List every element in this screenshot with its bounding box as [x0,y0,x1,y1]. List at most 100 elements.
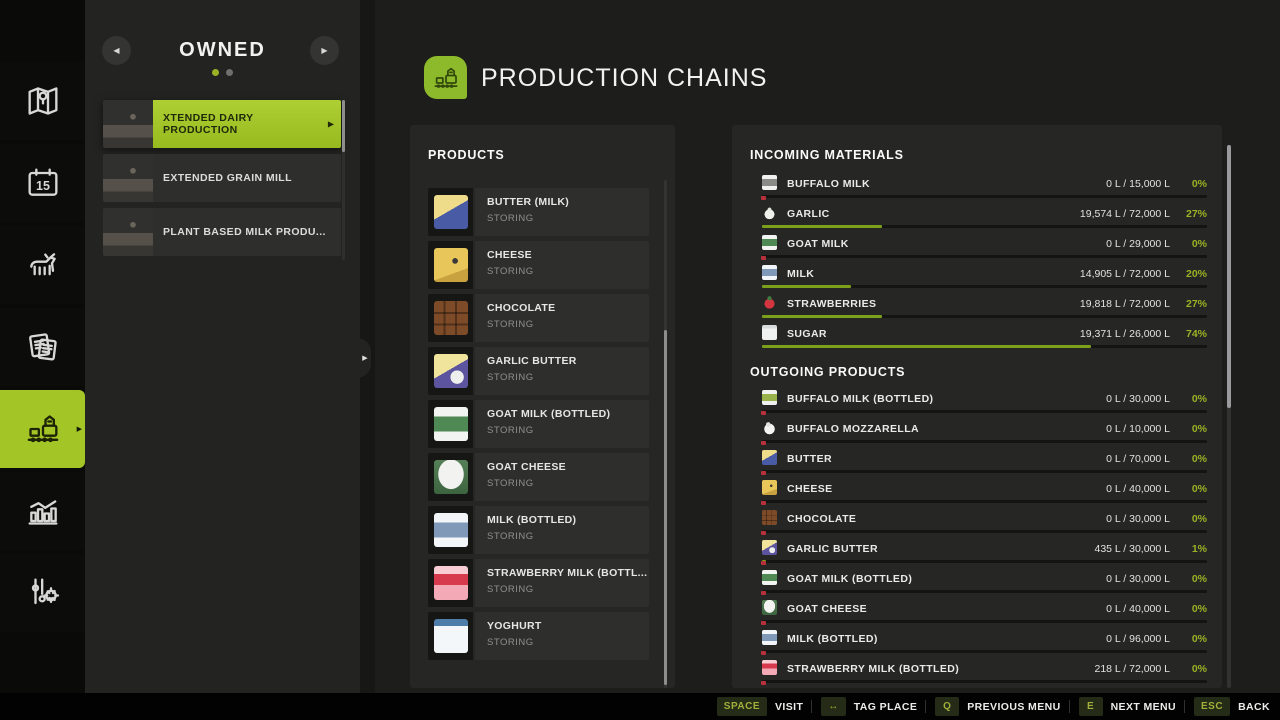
material-percent: 1% [1192,543,1207,555]
product-list-item[interactable]: MILK (BOTTLED) STORING [428,506,649,554]
material-progress-bar [762,410,1207,413]
sidebar-item-production[interactable]: ▶ [0,390,85,468]
material-icon [762,235,777,250]
product-name: GARLIC BUTTER [487,355,649,367]
material-name: STRAWBERRIES [787,298,876,310]
material-fill-level: 19,371 L / 26,000 L [1080,328,1170,340]
product-list-item[interactable]: CHEESE STORING [428,241,649,289]
sidebar-item-settings[interactable] [0,554,85,632]
material-name: BUFFALO MOZZARELLA [787,423,919,435]
material-percent: 0% [1192,238,1207,250]
hint-label: VISIT [775,701,803,713]
selected-arrow-icon: ▶ [328,120,334,129]
products-scrollbar[interactable] [664,180,667,688]
material-icon [762,630,777,645]
material-progress-bar [762,620,1207,623]
sidebar-item-map[interactable] [0,62,85,140]
hotbar-separator [925,700,926,713]
material-percent: 0% [1192,513,1207,525]
material-icon [762,420,777,435]
material-progress-bar [762,440,1207,443]
product-status: STORING [487,478,649,489]
product-list-item[interactable]: GOAT CHEESE STORING [428,453,649,501]
key-badge[interactable]: E [1079,697,1103,716]
hotbar-separator [1069,700,1070,713]
material-progress-bar [762,650,1207,653]
page-dots [85,69,360,76]
map-icon [23,81,63,121]
key-badge[interactable]: ↔ [821,697,846,716]
facility-item[interactable]: EXTENDED GRAIN MILL ▶ [103,154,341,202]
material-row: CHEESE 0 L / 40,000 L 0% [732,475,1222,505]
product-icon [434,248,468,282]
material-fill-level: 0 L / 29,000 L [1106,238,1170,250]
material-percent: 74% [1186,328,1207,340]
page-title: PRODUCTION CHAINS [481,64,767,93]
product-list-item[interactable]: STRAWBERRY MILK (BOTTL... STORING [428,559,649,607]
material-name: STRAWBERRY MILK (BOTTLED) [787,663,959,675]
chevron-right-icon: ▶ [362,354,367,362]
product-list-item[interactable]: BUTTER (MILK) STORING [428,188,649,236]
product-name: MILK (BOTTLED) [487,514,649,526]
sidebar-item-statistics[interactable] [0,472,85,550]
material-row: BUFFALO MOZZARELLA 0 L / 10,000 L 0% [732,415,1222,445]
material-progress-bar [762,345,1207,348]
material-percent: 0% [1192,633,1207,645]
material-name: SUGAR [787,328,827,340]
material-row: MILK 14,905 L / 72,000 L 20% [732,260,1222,290]
material-fill-level: 0 L / 30,000 L [1106,513,1170,525]
progress-fill [762,345,1091,348]
facility-thumbnail [103,208,153,256]
material-icon [762,205,777,220]
hint-label: TAG PLACE [854,701,918,713]
material-progress-bar [762,285,1207,288]
material-name: GOAT CHEESE [787,603,867,615]
product-status: STORING [487,213,649,224]
facility-item[interactable]: PLANT BASED MILK PRODU... ▶ [103,208,341,256]
material-fill-level: 0 L / 40,000 L [1106,603,1170,615]
material-percent: 0% [1192,483,1207,495]
product-name: GOAT MILK (BOTTLED) [487,408,649,420]
material-fill-level: 0 L / 15,000 L [1106,178,1170,190]
zero-marker-icon [761,681,766,685]
owned-next-button[interactable]: ▶ [310,36,339,65]
material-percent: 27% [1186,208,1207,220]
product-status: STORING [487,372,649,383]
product-name: YOGHURT [487,620,649,632]
product-status: STORING [487,531,649,542]
material-name: CHOCOLATE [787,513,856,525]
product-list: BUTTER (MILK) STORING CHEESE STORING CHO… [428,188,649,665]
sidebar-item-calendar[interactable]: 15 [0,144,85,222]
product-list-item[interactable]: YOGHURT STORING [428,612,649,660]
key-badge[interactable]: SPACE [717,697,767,716]
page-scrollbar[interactable] [1227,145,1231,688]
page-dot-active [212,69,219,76]
product-list-item[interactable]: CHOCOLATE STORING [428,294,649,342]
product-name: CHEESE [487,249,649,261]
material-percent: 0% [1192,423,1207,435]
product-name: STRAWBERRY MILK (BOTTL... [487,567,649,579]
key-badge[interactable]: Q [935,697,959,716]
material-row: SUGAR 19,371 L / 26,000 L 74% [732,320,1222,350]
product-list-item[interactable]: GOAT MILK (BOTTLED) STORING [428,400,649,448]
material-progress-bar [762,530,1207,533]
material-row: BUTTER 0 L / 70,000 L 0% [732,445,1222,475]
material-progress-bar [762,315,1207,318]
facility-item[interactable]: XTENDED DAIRY PRODUCTION ▶ [103,100,341,148]
materials-panel: INCOMING MATERIALS BUFFALO MILK 0 L / 15… [732,125,1222,688]
material-progress-bar [762,225,1207,228]
production-icon [431,63,461,93]
material-progress-bar [762,255,1207,258]
facility-thumbnail [103,154,153,202]
facility-label: PLANT BASED MILK PRODU... [153,208,341,256]
facility-label: XTENDED DAIRY PRODUCTION [153,100,341,148]
sidebar-item-contracts[interactable] [0,308,85,386]
sidebar-item-animals[interactable] [0,226,85,304]
material-name: GOAT MILK (BOTTLED) [787,573,912,585]
facility-scrollbar[interactable] [342,100,345,260]
key-badge[interactable]: ESC [1194,697,1230,716]
product-list-item[interactable]: GARLIC BUTTER STORING [428,347,649,395]
material-row: STRAWBERRIES 19,818 L / 72,000 L 27% [732,290,1222,320]
material-icon [762,390,777,405]
material-icon [762,265,777,280]
